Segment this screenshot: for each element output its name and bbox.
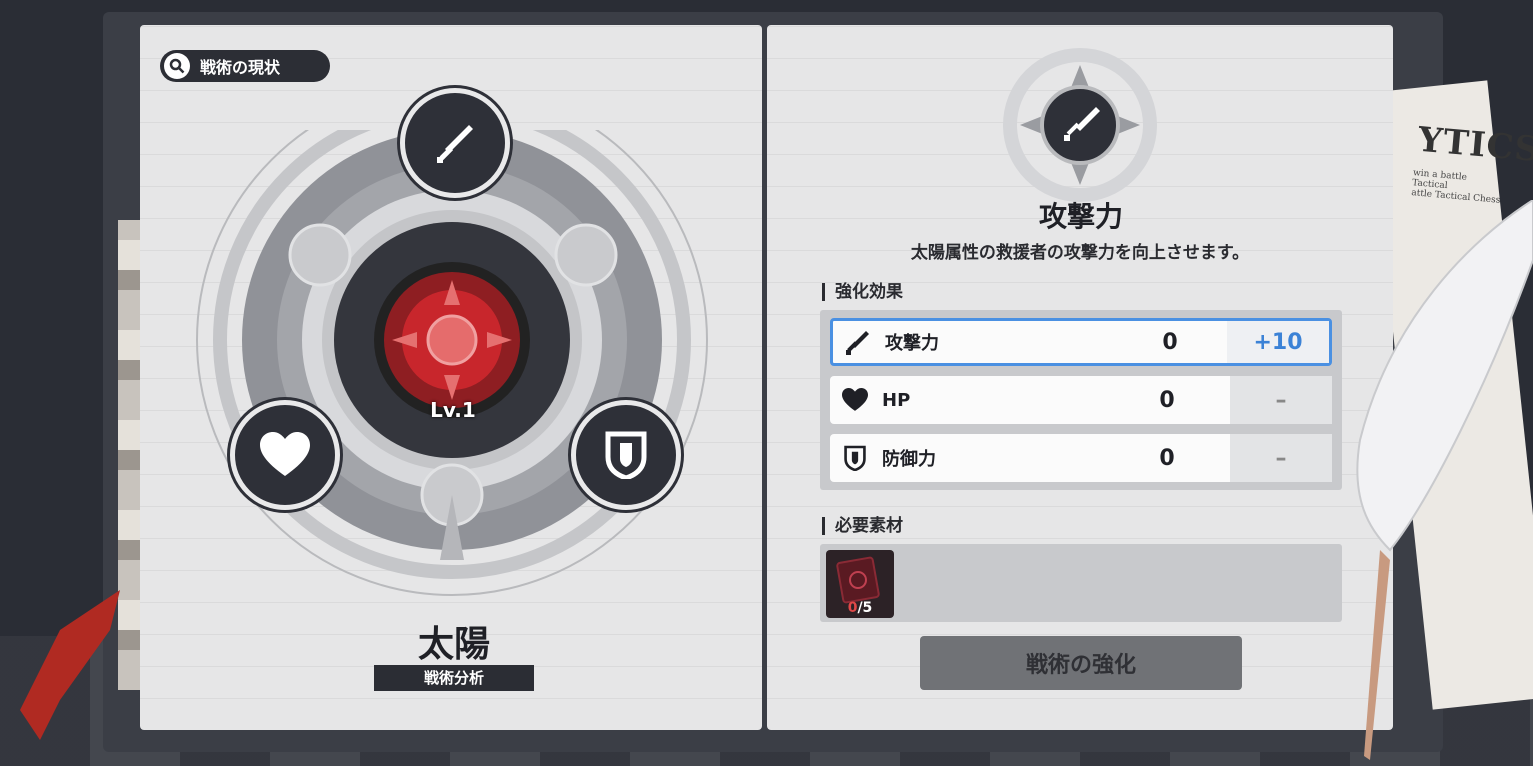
effect-label: HP (882, 389, 911, 411)
level-label: Lv.1 (430, 398, 476, 422)
materials-panel (820, 544, 1342, 622)
status-button-label: 戦術の現状 (200, 58, 281, 77)
shield-icon (605, 431, 647, 479)
effect-bonus: – (1230, 376, 1332, 424)
effect-value: 0 (1162, 329, 1178, 355)
shield-icon (840, 445, 870, 471)
effect-bonus: +10 (1227, 321, 1329, 363)
upgrade-description: 太陽属性の救援者の攻撃力を向上させます。 (910, 243, 1250, 263)
material-count: 0/5 (847, 600, 873, 616)
tactical-orb (196, 130, 708, 596)
effect-bonus: – (1230, 434, 1332, 482)
status-button[interactable]: 戦術の現状 (160, 50, 330, 82)
material-item[interactable]: 0/5 (826, 550, 894, 618)
effect-value: 0 (1159, 387, 1175, 413)
sword-icon (843, 328, 873, 356)
effect-label: 防御力 (882, 449, 936, 470)
tactic-subtitle: 戦術分析 (374, 665, 534, 691)
defense-node[interactable] (571, 400, 681, 510)
upgrade-title: 攻撃力 (1038, 200, 1123, 233)
effect-row-defense[interactable]: 防御力 0 – (830, 434, 1332, 482)
heart-icon (260, 432, 310, 476)
hp-node[interactable] (230, 400, 340, 510)
effect-row-hp[interactable]: HP 0 – (830, 376, 1332, 424)
effect-label: 攻撃力 (885, 333, 939, 354)
attack-node[interactable] (400, 88, 510, 198)
quill-feather (1356, 200, 1533, 760)
enhance-button[interactable]: 戦術の強化 (920, 636, 1242, 690)
heart-icon (840, 388, 870, 412)
tactic-name: 太陽 (417, 624, 490, 665)
effect-row-attack[interactable]: 攻撃力 0 +10 (830, 318, 1332, 366)
materials-header: 必要素材 (822, 517, 903, 535)
search-icon (164, 53, 190, 79)
ribbon-bookmark (20, 590, 120, 740)
effect-value: 0 (1159, 445, 1175, 471)
sword-icon (437, 125, 473, 163)
attack-emblem-icon (1003, 48, 1157, 202)
effects-header: 強化効果 (822, 283, 903, 301)
